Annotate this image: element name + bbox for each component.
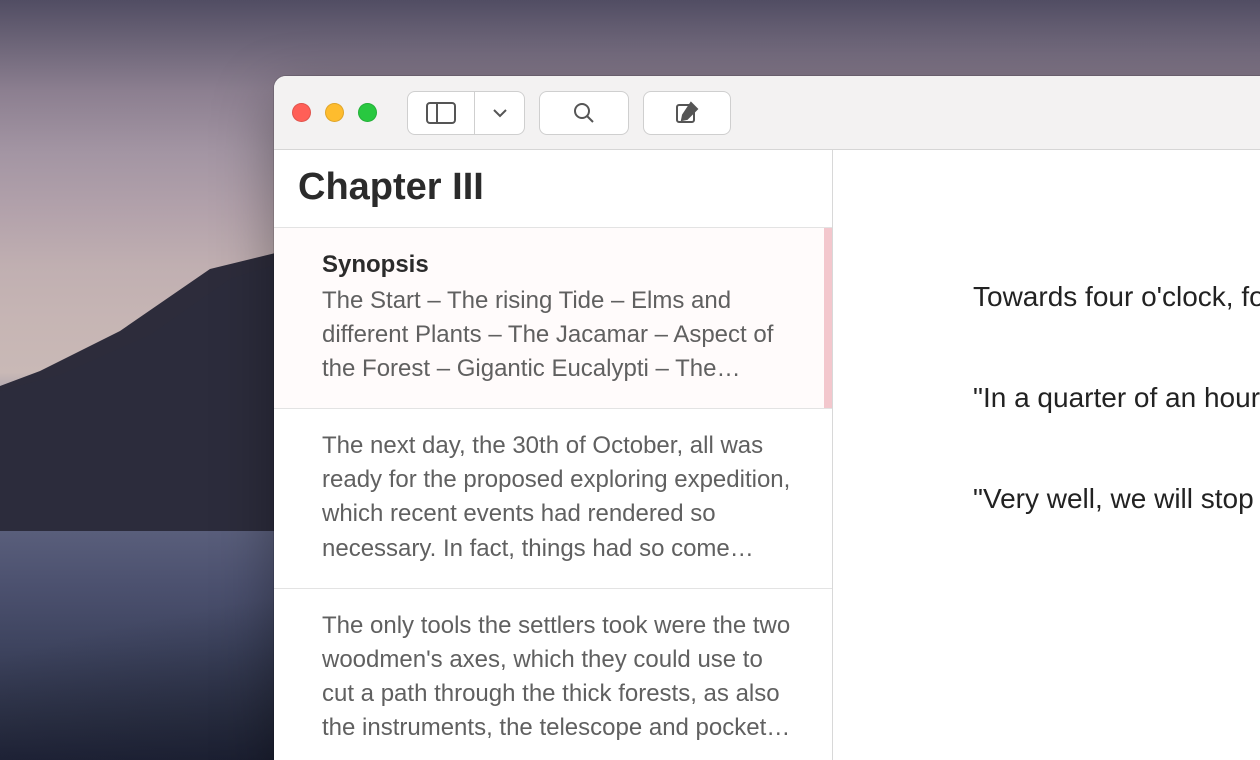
app-window: Chapter III Synopsis The Start – The ris… bbox=[274, 76, 1260, 760]
compose-icon bbox=[674, 100, 700, 126]
section-card-synopsis[interactable]: Synopsis The Start – The rising Tide – E… bbox=[274, 227, 832, 408]
compose-button[interactable] bbox=[643, 91, 731, 135]
sidebar-icon bbox=[426, 102, 456, 124]
section-card-snippet: The only tools the settlers took were th… bbox=[322, 609, 794, 745]
search-button[interactable] bbox=[539, 91, 629, 135]
paragraph: "In a quarter of an hour bbox=[973, 371, 1260, 424]
window-close-button[interactable] bbox=[292, 103, 311, 122]
sidebar-view-dropdown[interactable] bbox=[475, 91, 525, 135]
titlebar bbox=[274, 76, 1260, 150]
document-view[interactable]: Towards four o'clock, for its course was… bbox=[833, 150, 1260, 760]
section-list: Synopsis The Start – The rising Tide – E… bbox=[274, 227, 832, 760]
toggle-sidebar-button[interactable] bbox=[407, 91, 475, 135]
paragraph: Towards four o'clock, for its course was… bbox=[973, 270, 1260, 323]
section-card-snippet: The Start – The rising Tide – Elms and d… bbox=[322, 284, 794, 386]
traffic-lights bbox=[292, 103, 377, 122]
section-card-snippet: The next day, the 30th of October, all w… bbox=[322, 429, 794, 565]
search-icon bbox=[572, 101, 596, 125]
paragraph: "Very well, we will stop bbox=[973, 472, 1260, 525]
section-card-title: Synopsis bbox=[322, 248, 794, 282]
window-minimize-button[interactable] bbox=[325, 103, 344, 122]
window-zoom-button[interactable] bbox=[358, 103, 377, 122]
content-area: Chapter III Synopsis The Start – The ris… bbox=[274, 150, 1260, 760]
section-card[interactable]: The only tools the settlers took were th… bbox=[274, 588, 832, 760]
section-card[interactable]: The next day, the 30th of October, all w… bbox=[274, 408, 832, 587]
sidebar-view-controls bbox=[407, 91, 525, 135]
chevron-down-icon bbox=[493, 108, 507, 118]
chapter-sidebar: Chapter III Synopsis The Start – The ris… bbox=[274, 150, 833, 760]
chapter-title: Chapter III bbox=[274, 150, 832, 227]
